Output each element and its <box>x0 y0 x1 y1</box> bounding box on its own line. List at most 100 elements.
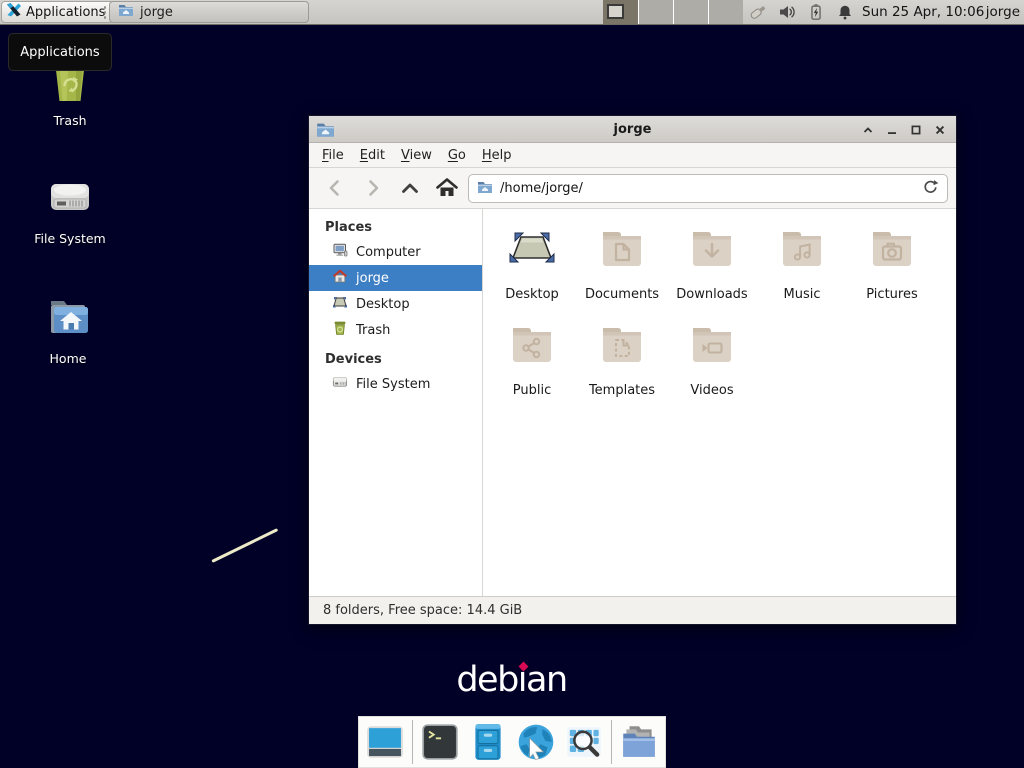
sidebar-item-label: Computer <box>356 245 421 260</box>
applications-menu-button[interactable]: Applications <box>1 1 114 23</box>
desktop-icon-label: File System <box>34 231 106 246</box>
sidebar-item-label: File System <box>356 377 430 392</box>
show-desktop-icon[interactable] <box>364 721 406 763</box>
file-manager-icon[interactable] <box>467 721 509 763</box>
file-item-music[interactable]: Music <box>757 225 847 302</box>
sidebar-item-label: Desktop <box>356 297 410 312</box>
file-label: Pictures <box>866 287 917 302</box>
file-label: Documents <box>585 287 659 302</box>
reload-button[interactable] <box>922 178 939 199</box>
stray-line-artifact <box>211 528 278 563</box>
applications-tooltip: Applications <box>8 33 112 71</box>
desktop-icon <box>508 225 556 277</box>
workspace-2[interactable] <box>638 0 673 24</box>
menu-edit[interactable]: Edit <box>360 148 385 163</box>
file-label: Desktop <box>505 287 559 302</box>
window-controls <box>858 116 950 143</box>
sidebar-item-label: Trash <box>356 323 390 338</box>
folder-downloads-icon <box>688 225 736 277</box>
task-button-label: jorge <box>140 5 173 20</box>
workspace-pager <box>603 0 743 24</box>
desktop-icon-file-system[interactable]: File System <box>22 173 118 246</box>
forward-button[interactable] <box>361 176 385 200</box>
file-manager-window: jorge File Edit View Go Help <box>308 115 957 625</box>
notifications-icon[interactable] <box>835 2 855 22</box>
file-label: Templates <box>589 383 655 398</box>
input-device-icon[interactable] <box>748 2 768 22</box>
file-item-public[interactable]: Public <box>487 321 577 398</box>
sidebar-item-jorge[interactable]: jorge <box>309 265 482 291</box>
workspace-1[interactable] <box>603 0 638 24</box>
volume-icon[interactable] <box>777 2 797 22</box>
dock-panel <box>358 716 666 768</box>
address-bar[interactable]: /home/jorge/ <box>468 174 948 203</box>
devices-header: Devices <box>309 347 482 371</box>
top-panel: Applications jorge <box>0 0 1024 25</box>
folder-pictures-icon <box>868 225 916 277</box>
taskbar-window-button[interactable]: jorge <box>109 1 309 23</box>
up-button[interactable] <box>398 176 422 200</box>
menu-go[interactable]: Go <box>448 148 466 163</box>
dock-separator <box>611 720 612 764</box>
home-icon <box>332 268 348 288</box>
debian-logo: debıan <box>404 660 619 700</box>
desktop: Applications jorge <box>0 0 1024 768</box>
folder-videos-icon <box>688 321 736 373</box>
minimize-button[interactable] <box>882 120 902 140</box>
toolbar: /home/jorge/ <box>309 168 956 209</box>
file-item-templates[interactable]: Templates <box>577 321 667 398</box>
panel-handle <box>103 5 107 20</box>
folder-icon <box>118 2 134 22</box>
xfce-logo-icon <box>6 2 22 22</box>
window-content: Places Computer <box>309 209 956 598</box>
sidebar-item-label: jorge <box>356 271 389 286</box>
file-label: Downloads <box>676 287 747 302</box>
desktop-icon-home[interactable]: Home <box>20 293 116 366</box>
app-finder-icon[interactable] <box>563 721 605 763</box>
sidebar-item-desktop[interactable]: Desktop <box>309 291 482 317</box>
home-button[interactable] <box>435 176 459 200</box>
desktop-icon-label: Trash <box>53 113 86 128</box>
menu-help[interactable]: Help <box>482 148 512 163</box>
file-item-videos[interactable]: Videos <box>667 321 757 398</box>
drive-icon <box>332 374 348 394</box>
file-label: Videos <box>690 383 733 398</box>
folder-public-icon <box>508 321 556 373</box>
window-titlebar[interactable]: jorge <box>309 116 956 143</box>
menu-view[interactable]: View <box>401 148 432 163</box>
places-header: Places <box>309 215 482 239</box>
sidebar: Places Computer <box>309 209 483 598</box>
menu-file[interactable]: File <box>322 148 344 163</box>
back-button[interactable] <box>323 176 347 200</box>
workspace-window-preview <box>607 4 624 19</box>
web-browser-icon[interactable] <box>515 721 557 763</box>
workspace-4[interactable] <box>708 0 743 24</box>
home-folder-icon <box>44 293 92 347</box>
trash-icon <box>332 320 348 340</box>
file-label: Public <box>513 383 551 398</box>
drive-icon <box>46 173 94 227</box>
sidebar-item-file-system[interactable]: File System <box>309 371 482 397</box>
file-grid: Desktop <box>483 209 956 598</box>
file-item-documents[interactable]: Documents <box>577 225 667 302</box>
file-item-pictures[interactable]: Pictures <box>847 225 937 302</box>
dock-separator <box>412 720 413 764</box>
panel-username[interactable]: jorge <box>986 0 1020 24</box>
applications-label: Applications <box>26 5 105 20</box>
system-tray <box>748 0 855 24</box>
maximize-button[interactable] <box>906 120 926 140</box>
computer-icon <box>332 242 348 262</box>
file-item-downloads[interactable]: Downloads <box>667 225 757 302</box>
file-folder-icon[interactable] <box>618 721 660 763</box>
file-label: Music <box>784 287 821 302</box>
terminal-icon[interactable] <box>419 721 461 763</box>
shade-button[interactable] <box>858 120 878 140</box>
file-item-desktop[interactable]: Desktop <box>487 225 577 302</box>
sidebar-item-computer[interactable]: Computer <box>309 239 482 265</box>
close-button[interactable] <box>930 120 950 140</box>
sidebar-item-trash[interactable]: Trash <box>309 317 482 343</box>
tooltip-text: Applications <box>20 45 99 60</box>
workspace-3[interactable] <box>673 0 708 24</box>
battery-charging-icon[interactable] <box>806 2 826 22</box>
panel-clock[interactable]: Sun 25 Apr, 10:06 <box>862 0 984 24</box>
